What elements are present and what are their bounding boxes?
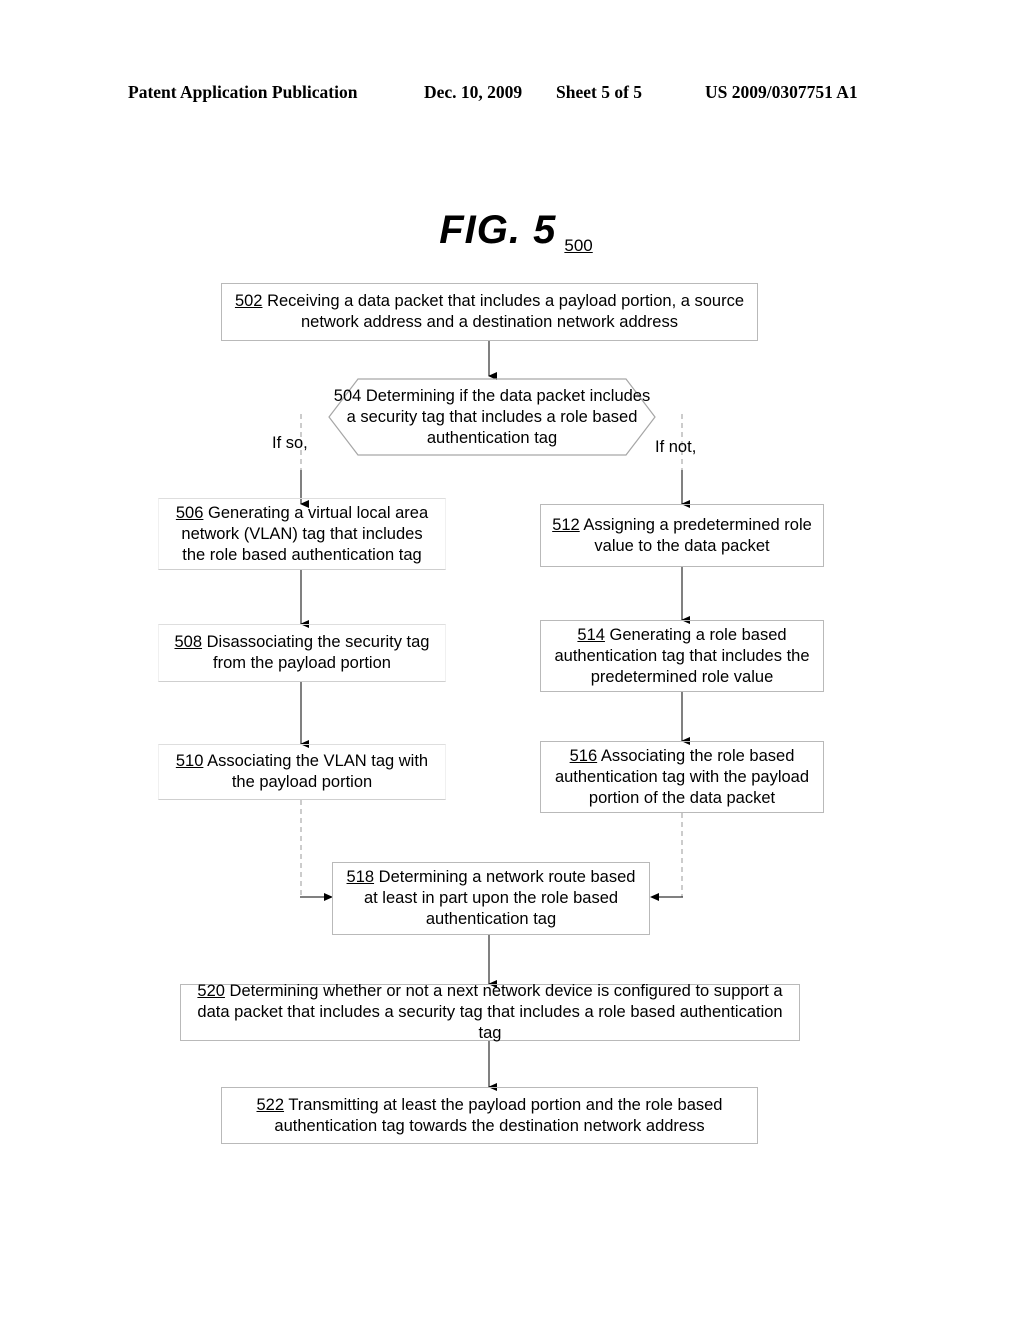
step-box-506[interactable]: 506 Generating a virtual local area netw… [158,498,446,570]
page-header: Patent Application Publication Dec. 10, … [0,82,1024,108]
step-510-number: 510 [175,752,204,770]
step-518-text: 518 Determining a network route based at… [333,867,649,930]
step-box-520[interactable]: 520 Determining whether or not a next ne… [180,981,800,1044]
header-publication-label: Patent Application Publication [128,82,358,102]
step-510-label: Associating the VLAN tag with the payloa… [207,752,429,791]
step-518-label: Determining a network route based at lea… [363,868,636,928]
step-520-label: Determining whether or not a next networ… [197,982,783,1042]
step-502-label: Receiving a data packet that includes a … [267,292,745,331]
step-512-text: 512 Assigning a predetermined role value… [541,515,823,557]
step-514-text: 514 Generating a role based authenticati… [541,625,823,688]
step-box-522[interactable]: 522 Transmitting at least the payload po… [221,1087,758,1144]
step-516-number: 516 [569,746,598,765]
step-box-512[interactable]: 512 Assigning a predetermined role value… [540,504,824,567]
step-506-number: 506 [175,503,204,522]
step-522-number: 522 [256,1095,285,1114]
step-504-text: 504 Determining if the data packet inclu… [328,378,656,456]
step-510-text: 510 Associating the VLAN tag with the pa… [159,751,445,793]
figure-reference-number: 500 [564,236,593,255]
step-box-502[interactable]: 502 Receiving a data packet that include… [221,283,758,341]
step-512-number: 512 [552,515,580,534]
figure-title: FIG. 5 500 [0,208,1024,256]
header-sheet-label: Sheet 5 of 5 [556,82,643,102]
step-522-label: Transmitting at least the payload portio… [274,1095,723,1135]
step-516-text: 516 Associating the role based authentic… [541,746,823,809]
branch-label-if-not: If not, [655,438,697,456]
connector-510-to-518 [300,800,324,898]
step-508-number: 508 [174,633,203,651]
step-502-number: 502 [234,292,263,310]
step-504-label: Determining if the data packet includes … [346,386,651,447]
step-508-label: Disassociating the security tag from the… [206,633,430,672]
figure-label: FIG. 5 [439,208,557,252]
step-520-number: 520 [197,982,225,1000]
step-518-number: 518 [346,868,375,886]
step-504-number: 504 [333,386,362,405]
step-box-518[interactable]: 518 Determining a network route based at… [332,862,650,935]
step-box-508[interactable]: 508 Disassociating the security tag from… [158,624,446,682]
step-520-text: 520 Determining whether or not a next ne… [181,981,799,1044]
step-522-text: 522 Transmitting at least the payload po… [222,1095,757,1137]
step-514-number: 514 [577,625,605,644]
step-box-516[interactable]: 516 Associating the role based authentic… [540,741,824,813]
header-patent-number: US 2009/0307751 A1 [705,82,858,102]
step-506-label: Generating a virtual local area network … [181,503,429,564]
step-box-514[interactable]: 514 Generating a role based authenticati… [540,620,824,692]
header-date-label: Dec. 10, 2009 [424,82,523,102]
step-506-text: 506 Generating a virtual local area netw… [159,503,445,566]
branch-label-if-so: If so, [272,434,308,452]
connector-516-to-518 [660,813,683,898]
step-512-label: Assigning a predetermined role value to … [583,515,812,555]
step-508-text: 508 Disassociating the security tag from… [159,632,445,674]
step-box-504[interactable]: 504 Determining if the data packet inclu… [328,378,656,456]
step-box-510[interactable]: 510 Associating the VLAN tag with the pa… [158,744,446,800]
step-502-text: 502 Receiving a data packet that include… [222,291,757,333]
